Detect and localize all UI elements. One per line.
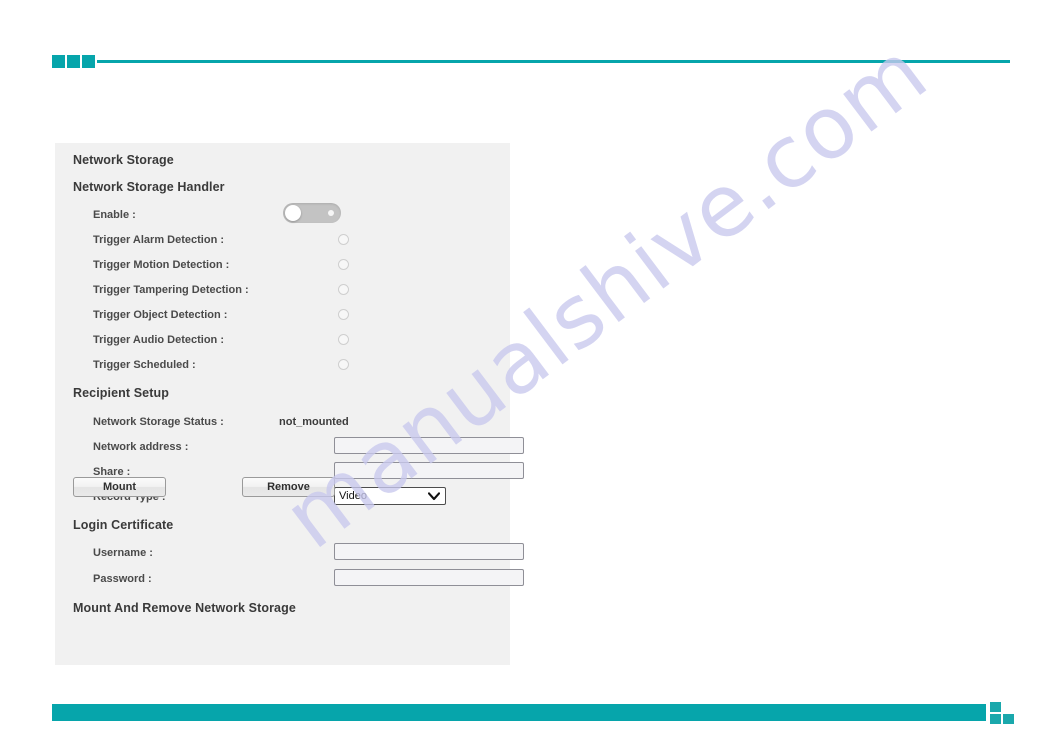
label-username: Username :	[93, 547, 153, 559]
header-square-1	[52, 55, 65, 68]
network-address-input[interactable]	[334, 437, 524, 454]
section-heading-recipient-setup: Recipient Setup	[73, 386, 169, 400]
password-input[interactable]	[334, 569, 524, 586]
label-trigger-motion-detection: Trigger Motion Detection :	[93, 259, 230, 271]
toggle-dot-icon	[328, 210, 334, 216]
username-input[interactable]	[334, 543, 524, 560]
radio-trigger-audio-detection[interactable]	[338, 334, 349, 345]
section-heading-network-storage-handler: Network Storage Handler	[73, 180, 225, 194]
label-trigger-audio-detection: Trigger Audio Detection :	[93, 334, 224, 346]
radio-trigger-object-detection[interactable]	[338, 309, 349, 320]
remove-button[interactable]: Remove	[242, 477, 335, 497]
record-type-select-box[interactable]: Video	[334, 487, 446, 505]
label-trigger-object-detection: Trigger Object Detection :	[93, 309, 228, 321]
radio-trigger-motion-detection[interactable]	[338, 259, 349, 270]
page-root: manualshive.com Network Storage Network …	[0, 0, 1063, 748]
chevron-down-icon	[428, 492, 440, 501]
header-rule	[97, 60, 1010, 63]
header-square-2	[67, 55, 80, 68]
share-input[interactable]	[334, 462, 524, 479]
label-network-storage-status: Network Storage Status :	[93, 416, 224, 428]
label-network-address: Network address :	[93, 441, 189, 453]
page-title: Network Storage	[73, 153, 174, 167]
label-trigger-alarm-detection: Trigger Alarm Detection :	[93, 234, 225, 246]
label-enable: Enable :	[93, 209, 136, 221]
section-heading-mount-and-remove: Mount And Remove Network Storage	[73, 601, 296, 615]
record-type-select[interactable]: Video	[334, 487, 446, 505]
radio-trigger-scheduled[interactable]	[338, 359, 349, 370]
record-type-selected-value: Video	[339, 490, 367, 502]
footer-square-1	[990, 702, 1001, 712]
mount-button[interactable]: Mount	[73, 477, 166, 497]
enable-toggle[interactable]	[283, 203, 341, 223]
toggle-knob-icon	[285, 205, 301, 221]
value-network-storage-status: not_mounted	[279, 416, 349, 428]
section-heading-login-certificate: Login Certificate	[73, 518, 174, 532]
header-decoration	[52, 55, 1010, 69]
footer-square-2	[990, 714, 1001, 724]
network-storage-panel: Network Storage Network Storage Handler …	[55, 143, 524, 665]
label-password: Password :	[93, 573, 152, 585]
header-square-3	[82, 55, 95, 68]
footer-square-3	[1003, 714, 1014, 724]
radio-trigger-alarm-detection[interactable]	[338, 234, 349, 245]
label-trigger-tampering-detection: Trigger Tampering Detection :	[93, 284, 249, 296]
footer-decoration	[52, 702, 1014, 726]
label-trigger-scheduled: Trigger Scheduled :	[93, 359, 196, 371]
radio-trigger-tampering-detection[interactable]	[338, 284, 349, 295]
footer-bar	[52, 704, 986, 721]
